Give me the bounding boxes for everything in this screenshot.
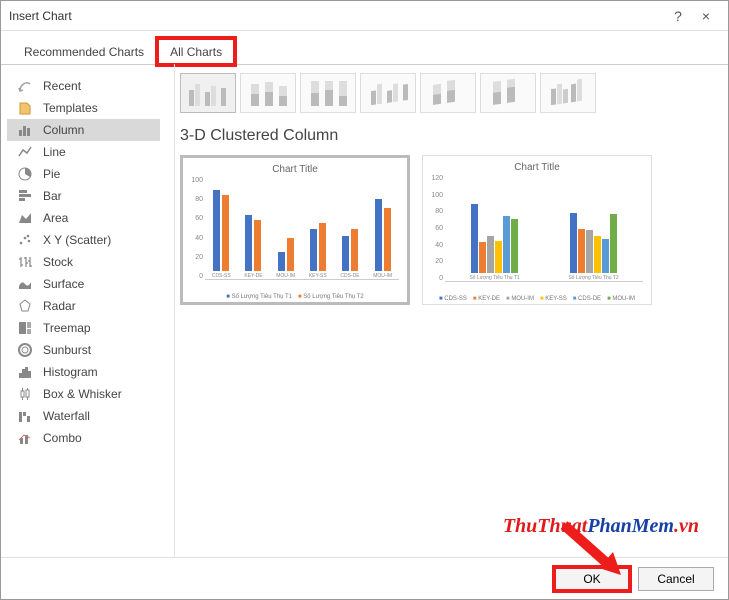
main-panel: 3-D Clustered Column Chart Title 1008060… [166,65,728,557]
sidebar-item-scatter[interactable]: X Y (Scatter) [7,229,160,251]
tab-all-charts[interactable]: All Charts [157,38,235,65]
tab-recommended-charts[interactable]: Recommended Charts [11,38,157,65]
chart-area: 100806040200 CDS-SSKEY-DEMOU-IMKEY-SSCDS… [189,177,401,292]
sidebar-item-label: Recent [43,79,81,93]
sidebar-item-column[interactable]: Column [7,119,160,141]
sidebar-item-label: Box & Whisker [43,387,122,401]
sidebar-item-stock[interactable]: Stock [7,251,160,273]
watermark: ThuThuatPhanMem.vn [503,515,699,538]
legend-item: CDS-DE [573,296,601,302]
legend-item: KEY-DE [473,296,500,302]
sidebar-item-area[interactable]: Area [7,207,160,229]
insert-chart-dialog: Insert Chart ? × Recommended Charts All … [0,0,729,600]
sunburst-icon [17,342,33,358]
sidebar-item-label: Bar [43,189,62,203]
stock-icon [17,254,33,270]
waterfall-icon [17,408,33,424]
sidebar-item-waterfall[interactable]: Waterfall [7,405,160,427]
bar-icon [17,188,33,204]
recent-icon [17,78,33,94]
subtype-3d-clustered-column[interactable] [360,73,416,113]
sidebar-item-label: Column [43,123,84,137]
preview-title: Chart Title [429,162,645,173]
plot: CDS-SSKEY-DEMOU-IMKEY-SSCDS-DEMOU-IM [205,177,399,280]
tab-strip: Recommended Charts All Charts [1,31,728,65]
legend: Số Lượng Tiêu Thụ T1 Số Lượng Tiêu Thụ T… [189,294,401,300]
sidebar-item-treemap[interactable]: Treemap [7,317,160,339]
sidebar-item-label: Pie [43,167,60,181]
column-icon [17,122,33,138]
box-whisker-icon [17,386,33,402]
legend-item: Số Lượng Tiêu Thụ T2 [298,294,364,300]
preview-1[interactable]: Chart Title 100806040200 CDS-SSKEY-DEMOU… [180,155,410,305]
titlebar: Insert Chart ? × [1,1,728,31]
radar-icon [17,298,33,314]
sidebar-item-label: Sunburst [43,343,91,357]
sidebar-item-label: Surface [43,277,84,291]
histogram-icon [17,364,33,380]
subtype-3d-stacked-column[interactable] [420,73,476,113]
section-title: 3-D Clustered Column [180,127,714,145]
cancel-button[interactable]: Cancel [638,567,714,591]
sidebar-item-label: Templates [43,101,98,115]
sidebar-item-templates[interactable]: Templates [7,97,160,119]
pie-icon [17,166,33,182]
sidebar-item-pie[interactable]: Pie [7,163,160,185]
sidebar-item-radar[interactable]: Radar [7,295,160,317]
close-button[interactable]: × [692,5,720,27]
sidebar-item-label: Waterfall [43,409,90,423]
sidebar-item-label: Radar [43,299,76,313]
separator [174,64,175,558]
sidebar-item-label: Area [43,211,68,225]
ok-button[interactable]: OK [554,567,630,591]
sidebar-item-label: Line [43,145,66,159]
preview-2[interactable]: Chart Title 120100806040200 Số Lượng Tiê… [422,155,652,305]
sidebar-item-label: Treemap [43,321,91,335]
subtype-stacked-column[interactable] [240,73,296,113]
sidebar-item-label: Combo [43,431,82,445]
subtype-3d-column[interactable] [540,73,596,113]
dialog-footer: OK Cancel [1,557,728,599]
sidebar-item-recent[interactable]: Recent [7,75,160,97]
preview-title: Chart Title [189,164,401,175]
y-axis: 100806040200 [189,177,203,280]
y-axis: 120100806040200 [429,175,443,282]
subtype-100-stacked-column[interactable] [300,73,356,113]
sidebar-item-surface[interactable]: Surface [7,273,160,295]
legend: CDS-SS KEY-DE MOU-IM KEY-SS CDS-DE MOU-I… [429,296,645,302]
sidebar-item-label: Stock [43,255,73,269]
area-icon [17,210,33,226]
sidebar-item-bar[interactable]: Bar [7,185,160,207]
sidebar-item-box-whisker[interactable]: Box & Whisker [7,383,160,405]
sidebar-item-histogram[interactable]: Histogram [7,361,160,383]
sidebar-item-line[interactable]: Line [7,141,160,163]
legend-item: CDS-SS [439,296,467,302]
legend-item: Số Lượng Tiêu Thụ T1 [226,294,292,300]
templates-icon [17,100,33,116]
legend-item: KEY-SS [540,296,567,302]
legend-item: MOU-IM [506,296,534,302]
sidebar-item-label: Histogram [43,365,98,379]
chart-previews: Chart Title 100806040200 CDS-SSKEY-DEMOU… [180,155,714,305]
chart-area: 120100806040200 Số Lượng Tiêu Thụ T1Số L… [429,175,645,294]
sidebar-item-combo[interactable]: Combo [7,427,160,449]
dialog-title: Insert Chart [9,9,664,23]
column-subtype-row [180,73,714,113]
sidebar-item-sunburst[interactable]: Sunburst [7,339,160,361]
legend-item: MOU-IM [607,296,635,302]
chart-type-sidebar: Recent Templates Column Line Pie Bar Are… [1,65,166,557]
sidebar-item-label: X Y (Scatter) [43,233,111,247]
subtype-clustered-column[interactable] [180,73,236,113]
scatter-icon [17,232,33,248]
plot: Số Lượng Tiêu Thụ T1Số Lượng Tiêu Thụ T2 [445,175,643,282]
treemap-icon [17,320,33,336]
dialog-body: Recent Templates Column Line Pie Bar Are… [1,65,728,557]
combo-icon [17,430,33,446]
subtype-3d-100-stacked-column[interactable] [480,73,536,113]
line-icon [17,144,33,160]
surface-icon [17,276,33,292]
help-button[interactable]: ? [664,5,692,27]
